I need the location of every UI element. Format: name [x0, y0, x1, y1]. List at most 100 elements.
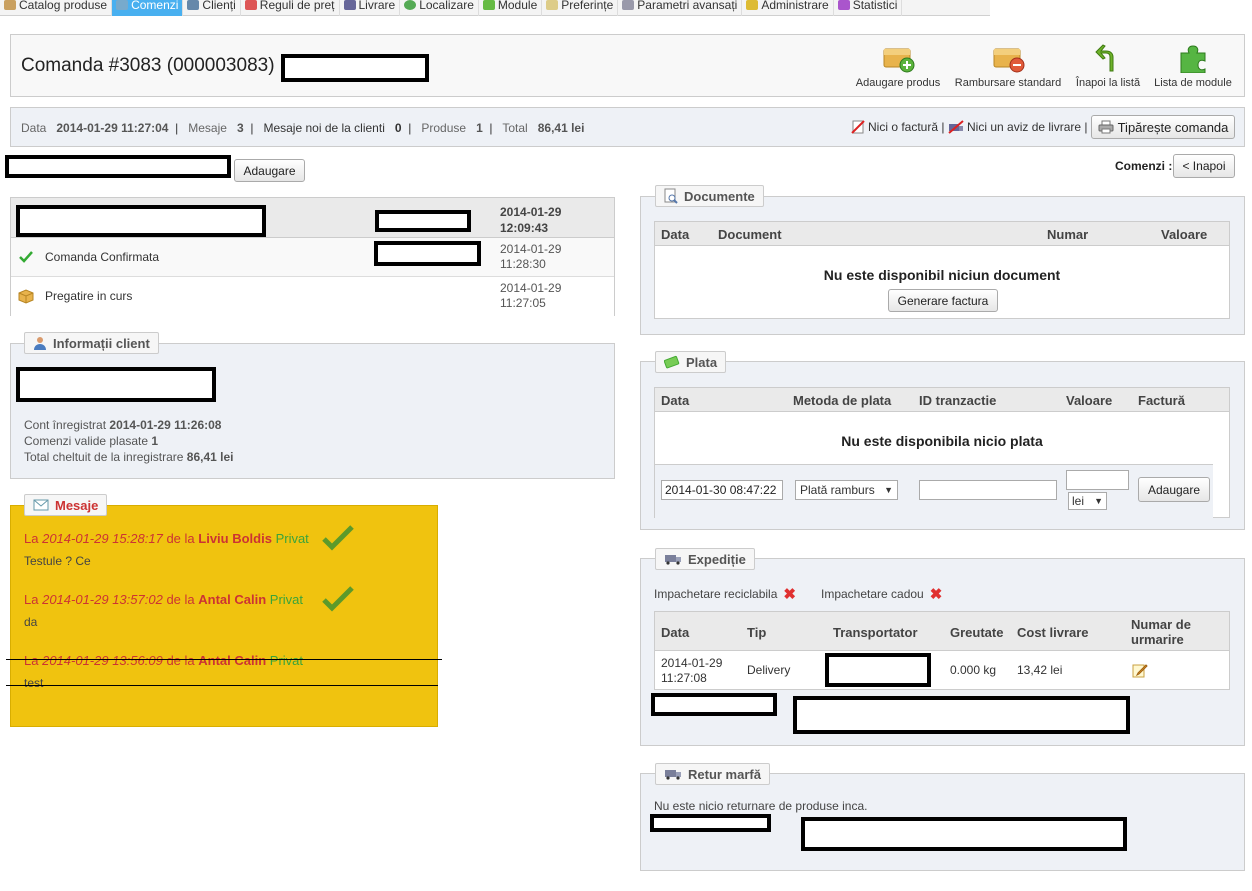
col-id: ID tranzactie — [919, 393, 997, 408]
truck-icon — [665, 770, 681, 780]
col-transportator: Transportator — [833, 625, 918, 640]
shipping-type: Delivery — [747, 663, 791, 677]
tab-label: Parametri avansați — [637, 0, 738, 12]
modules-list-button[interactable]: Lista de module — [1153, 43, 1233, 93]
tab-livrare[interactable]: Livrare — [340, 0, 401, 16]
add-product-button[interactable]: Adaugare produs — [853, 43, 943, 93]
wrench-icon — [622, 0, 635, 10]
tab-preferinte[interactable]: Preferințe — [542, 0, 619, 16]
documents-legend: Documente — [655, 185, 764, 207]
message-item: La 2014-01-29 15:28:17 de la Liviu Boldi… — [24, 525, 424, 568]
tab-parametri[interactable]: Parametri avansați — [618, 0, 743, 16]
col-data: Data — [661, 625, 690, 640]
col-factura: Factură — [1138, 393, 1185, 408]
returns-title: Retur marfă — [688, 766, 761, 782]
client-details: Cont înregistrat 2014-01-29 11:26:08 Com… — [24, 417, 233, 465]
status-row: Comanda Confirmata 2014-01-29 11:28:30 — [11, 238, 614, 277]
status-date: 2014-01-29 11:28:30 — [500, 242, 561, 272]
add-payment-button[interactable]: Adaugare — [1138, 477, 1210, 502]
documents-empty: Nu este disponibil niciun document — [823, 267, 1061, 283]
col-valoare: Valoare — [1066, 393, 1113, 408]
message-author: Antal Calin — [198, 653, 267, 668]
message-date: 2014-01-29 13:56:09 — [42, 653, 163, 668]
redacted-box — [375, 210, 471, 232]
back-to-list-button[interactable]: Înapoi la listă — [1073, 43, 1143, 93]
status-head-date-time: 12:09:43 — [500, 221, 549, 235]
user-icon — [187, 0, 200, 10]
total-label: Total — [502, 121, 528, 135]
cross-icon: ✖ — [783, 586, 796, 603]
payment-date-input[interactable] — [661, 480, 783, 500]
tab-catalog[interactable]: Catalog produse — [0, 0, 113, 16]
print-order-button[interactable]: Tipărește comanda — [1091, 115, 1235, 139]
nici-factura-label: Nici o factură | — [868, 120, 945, 134]
tab-administrare[interactable]: Administrare — [742, 0, 834, 16]
recycled-packaging: Impachetare reciclabila ✖ — [654, 585, 796, 603]
puzzle-icon — [482, 0, 495, 10]
status-head-date-day: 2014-01-29 — [500, 205, 562, 219]
shipping-weight: 0.000 kg — [950, 663, 997, 677]
mesaje-label: Mesaje — [188, 121, 227, 135]
tab-localizare[interactable]: Localizare — [400, 0, 479, 16]
col-metoda: Metoda de plata — [793, 393, 892, 408]
client-valid-orders: Comenzi valide plasate 1 — [24, 433, 233, 449]
shipping-date-day: 2014-01-29 — [661, 656, 723, 670]
noi-value: 0 — [394, 121, 402, 135]
back-to-list-label: Înapoi la listă — [1075, 77, 1141, 89]
back-button[interactable]: < Inapoi — [1173, 154, 1235, 178]
tab-label: Preferințe — [561, 0, 614, 12]
amount-input[interactable] — [1066, 470, 1129, 490]
status-date-time: 11:28:30 — [500, 257, 546, 271]
catalog-icon — [4, 0, 16, 10]
client-info-title: Informații client — [53, 335, 150, 351]
payment-method-select[interactable]: Plată ramburs ▼ — [795, 480, 898, 500]
currency-select[interactable]: lei ▼ — [1068, 492, 1107, 510]
envelope-icon — [33, 499, 49, 511]
generate-invoice-button[interactable]: Generare factura — [888, 289, 998, 312]
summary-bar: Data 2014-01-29 11:27:04 | Mesaje 3 | Me… — [10, 107, 1245, 147]
refund-button[interactable]: Rambursare standard — [953, 43, 1063, 93]
total-value: 86,41 lei — [537, 121, 585, 135]
money-icon — [664, 355, 680, 369]
box-add-icon — [883, 48, 915, 73]
shipping-table: Data Tip Transportator Greutate Cost liv… — [654, 611, 1230, 690]
status-date: 2014-01-29 11:27:05 — [500, 281, 561, 311]
tab-clienti[interactable]: Clienți — [183, 0, 241, 16]
redacted-box — [793, 696, 1130, 734]
redacted-box — [16, 367, 216, 402]
transaction-id-input[interactable] — [919, 480, 1057, 500]
stats-icon — [837, 0, 850, 10]
gift-wrapping: Impachetare cadou ✖ — [821, 585, 942, 603]
message-tag: Privat — [269, 653, 304, 668]
mesaje-value: 3 — [236, 121, 244, 135]
shipping-cost: 13,42 lei — [1017, 663, 1063, 677]
shipping-date: 2014-01-29 11:27:08 — [661, 656, 722, 686]
strike-line — [6, 659, 442, 660]
payment-empty: Nu este disponibila nicio plata — [841, 433, 1043, 449]
message-prefix: La — [24, 531, 39, 546]
add-button[interactable]: Adaugare — [234, 159, 305, 182]
print-order-label: Tipărește comanda — [1117, 119, 1229, 135]
status-date-time: 11:27:05 — [500, 296, 546, 310]
message-text: da — [24, 615, 38, 629]
tab-statistici[interactable]: Statistici — [834, 0, 903, 16]
message-meta: La 2014-01-29 15:28:17 de la Liviu Boldi… — [24, 531, 424, 546]
messages-title: Mesaje — [55, 497, 99, 513]
message-text: Testule ? Ce — [24, 554, 91, 568]
status-date-day: 2014-01-29 — [500, 242, 562, 256]
status-label: Comanda Confirmata — [45, 250, 160, 264]
tab-comenzi[interactable]: Comenzi — [112, 0, 184, 16]
edit-icon[interactable] — [1132, 662, 1148, 678]
produse-value: 1 — [476, 121, 483, 135]
read-check-icon — [322, 586, 354, 612]
data-label: Data — [21, 121, 47, 135]
chevron-down-icon: ▼ — [884, 485, 893, 495]
refund-label: Rambursare standard — [954, 77, 1062, 89]
no-delivery-slip-icon — [948, 120, 964, 134]
message-by: de la — [166, 592, 195, 607]
col-greutate: Greutate — [950, 625, 1004, 640]
tab-reguli[interactable]: Reguli de preț — [241, 0, 340, 16]
tab-label: Administrare — [761, 0, 829, 12]
tab-module[interactable]: Module — [479, 0, 543, 16]
gift-wrapping-label: Impachetare cadou — [821, 587, 924, 601]
